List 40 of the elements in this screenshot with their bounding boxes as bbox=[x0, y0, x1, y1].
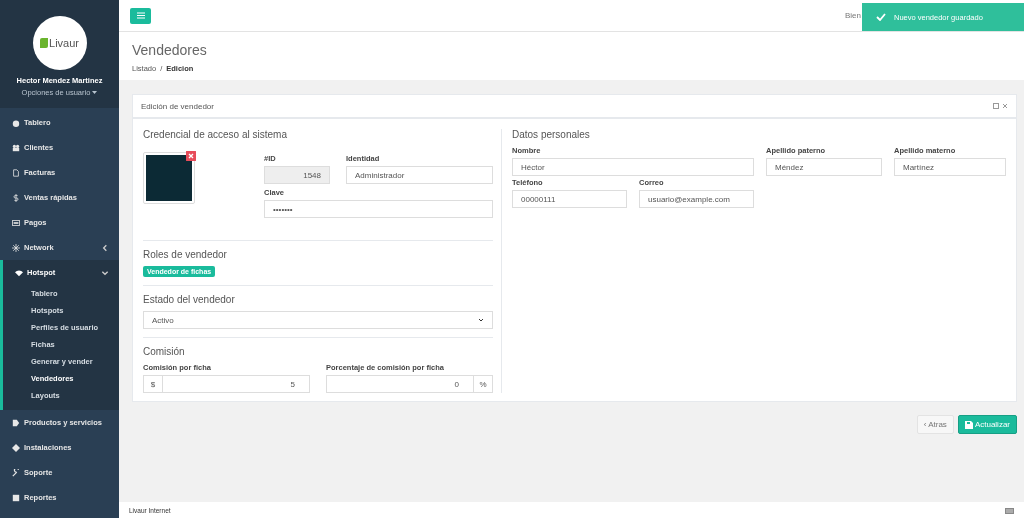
check-icon bbox=[876, 13, 886, 21]
text-field[interactable]: 00000111 bbox=[512, 190, 627, 208]
chevron-down-icon bbox=[478, 317, 484, 323]
caret-down-icon bbox=[92, 91, 98, 95]
section-heading: Roles de vendedor bbox=[143, 249, 228, 260]
identity-field[interactable]: Administrador bbox=[346, 166, 493, 184]
text-field[interactable]: Martínez bbox=[894, 158, 1006, 176]
section-heading: Datos personales bbox=[512, 129, 591, 140]
text-field[interactable]: Méndez bbox=[766, 158, 882, 176]
commission-field[interactable]: $ 5 bbox=[143, 375, 310, 393]
chevron-down-icon bbox=[101, 268, 109, 277]
snowflake-icon bbox=[12, 243, 20, 252]
section-heading: Comisión bbox=[143, 346, 186, 357]
menu-button[interactable] bbox=[130, 7, 151, 24]
dollar-icon bbox=[12, 193, 20, 202]
leaf-icon bbox=[40, 38, 48, 48]
keyboard-icon bbox=[1005, 506, 1014, 514]
back-button[interactable]: ‹ Atras bbox=[916, 415, 954, 434]
logo-text: Livaur bbox=[49, 37, 79, 49]
section-heading: Estado del vendedor bbox=[143, 294, 236, 305]
document-icon bbox=[12, 168, 20, 177]
percentage-field[interactable]: 0 % bbox=[326, 375, 493, 393]
password-field[interactable]: ••••••• bbox=[264, 200, 493, 218]
wifi-icon bbox=[15, 268, 23, 277]
text-field[interactable]: Héctor bbox=[512, 158, 754, 176]
text-field[interactable]: usuario@example.com bbox=[639, 190, 754, 208]
id-field: 1548 bbox=[264, 166, 330, 184]
page-title: Vendedores bbox=[132, 42, 208, 58]
menu-icon bbox=[136, 12, 145, 19]
remove-icon[interactable] bbox=[186, 151, 196, 161]
status-select[interactable]: Activo bbox=[143, 311, 493, 329]
users-icon bbox=[12, 143, 20, 152]
tag-icon bbox=[12, 418, 20, 427]
panel-title: Edición de vendedor bbox=[141, 101, 214, 111]
chevron-left-icon bbox=[101, 243, 109, 252]
close-icon[interactable] bbox=[1002, 103, 1008, 109]
diamond-icon bbox=[12, 443, 20, 452]
card-icon bbox=[12, 218, 20, 227]
greeting-text: Bien bbox=[845, 11, 861, 20]
section-heading: Credencial de acceso al sistema bbox=[143, 129, 288, 140]
